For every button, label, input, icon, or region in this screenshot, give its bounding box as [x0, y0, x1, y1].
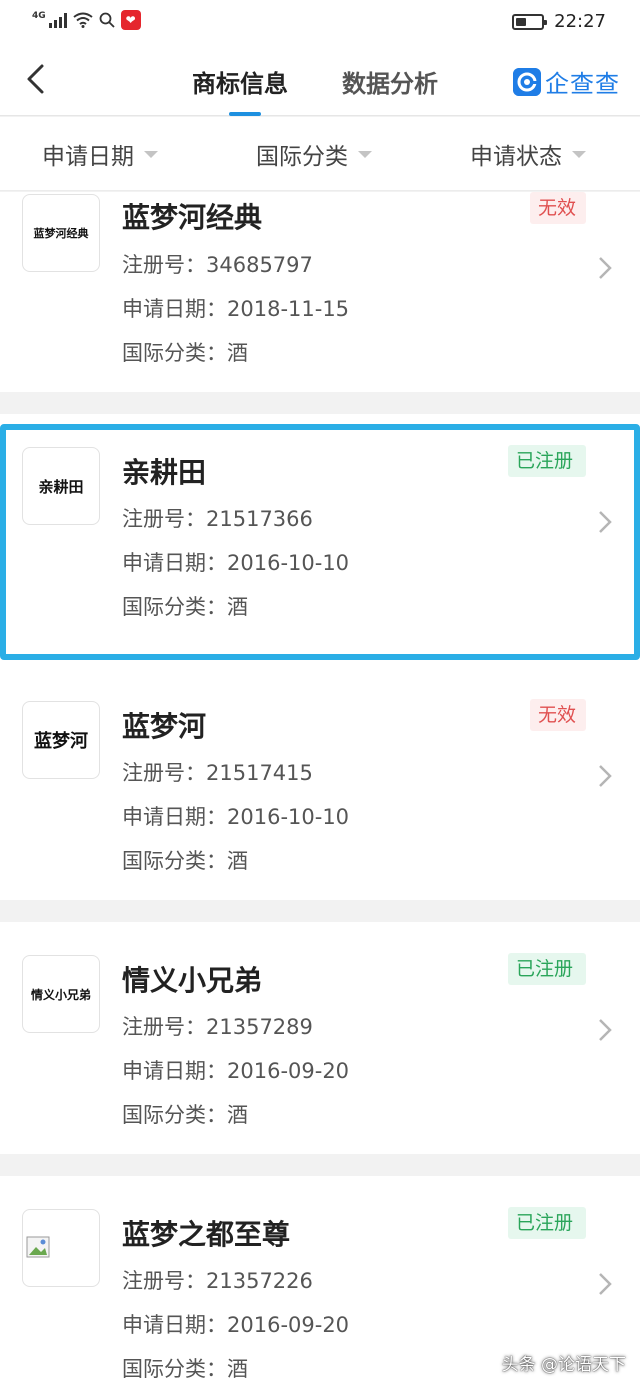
tab-data-analysis[interactable]: 数据分析 [342, 64, 438, 104]
filter-apply-status[interactable]: 申请状态 [470, 137, 586, 171]
chevron-right-icon [599, 257, 612, 279]
apply-date: 申请日期：2016-10-10 [122, 805, 350, 829]
registration-number: 注册号：21517366 [122, 507, 313, 531]
search-icon [99, 12, 115, 28]
status-badge: 已注册 [508, 445, 586, 477]
watermark: 头条 @论语天下 [501, 1355, 626, 1375]
apply-date: 申请日期：2016-10-10 [122, 551, 350, 575]
status-badge: 无效 [530, 699, 586, 731]
battery-level [516, 17, 527, 26]
back-arrow-icon[interactable] [22, 62, 52, 96]
trademark-name: 蓝梦河 [122, 710, 207, 743]
signal-icon [48, 12, 67, 28]
registration-number: 注册号：21517415 [122, 761, 313, 785]
intl-category: 国际分类：酒 [122, 1103, 248, 1127]
registration-number: 注册号：21357226 [122, 1269, 313, 1293]
trademark-name: 蓝梦之都至尊 [122, 1218, 291, 1251]
clock: 22:27 [554, 11, 606, 32]
intl-category: 国际分类：酒 [122, 1357, 248, 1381]
qichacha-logo-icon [513, 67, 541, 96]
chevron-right-icon [599, 765, 612, 787]
status-bar: 4G ❤ 22:27 [0, 0, 640, 42]
status-badge: 无效 [530, 192, 586, 224]
chevron-right-icon [599, 1019, 612, 1041]
trademark-name: 蓝梦河经典 [122, 201, 263, 234]
trademark-thumbnail: 亲耕田 [22, 447, 100, 525]
trademark-card[interactable]: 亲耕田 亲耕田 已注册 注册号：21517366 申请日期：2016-10-10… [0, 414, 640, 668]
intl-category: 国际分类：酒 [122, 341, 248, 365]
trademark-thumbnail: 蓝梦河 [22, 701, 100, 779]
filter-label: 国际分类 [256, 144, 348, 170]
status-badge: 已注册 [508, 953, 586, 985]
chevron-right-icon [599, 511, 612, 533]
wifi-icon [73, 12, 93, 28]
filter-bar: 申请日期 国际分类 申请状态 [0, 117, 640, 191]
network-type: 4G [32, 10, 46, 21]
caret-down-icon [144, 150, 158, 158]
registration-number: 注册号：21357289 [122, 1015, 313, 1039]
trademark-thumbnail: 蓝梦河经典 [22, 194, 100, 272]
active-tab-indicator [229, 112, 261, 116]
broken-image-icon [26, 1236, 50, 1258]
apply-date: 申请日期：2018-11-15 [122, 297, 350, 321]
filter-label: 申请状态 [470, 144, 562, 170]
filter-label: 申请日期 [42, 144, 134, 170]
status-badge: 已注册 [508, 1207, 586, 1239]
brand-logo: 企查查 [513, 64, 620, 99]
caret-down-icon [358, 150, 372, 158]
nav-bar: 商标信息 数据分析 企查查 [0, 42, 640, 116]
chevron-right-icon [599, 1273, 612, 1295]
tab-trademark-info[interactable]: 商标信息 [192, 64, 288, 104]
status-right: 22:27 [512, 11, 606, 32]
trademark-thumbnail: 情义小兄弟 [22, 955, 100, 1033]
trademark-card[interactable]: 情义小兄弟 情义小兄弟 已注册 注册号：21357289 申请日期：2016-0… [0, 922, 640, 1154]
status-left: 4G ❤ [32, 10, 141, 30]
apply-date: 申请日期：2016-09-20 [122, 1313, 350, 1337]
trademark-card[interactable]: 蓝梦河经典 蓝梦河经典 无效 注册号：34685797 申请日期：2018-11… [0, 192, 640, 392]
battery-icon [512, 13, 548, 30]
intl-category: 国际分类：酒 [122, 595, 248, 619]
pinduoduo-heart-icon: ❤ [120, 10, 141, 30]
trademark-thumbnail [22, 1209, 100, 1287]
trademark-name: 情义小兄弟 [122, 964, 263, 997]
trademark-card[interactable]: 蓝梦河 蓝梦河 无效 注册号：21517415 申请日期：2016-10-10 … [0, 668, 640, 900]
filter-intl-category[interactable]: 国际分类 [256, 137, 372, 171]
trademark-name: 亲耕田 [122, 456, 207, 489]
brand-name: 企查查 [545, 70, 620, 98]
registration-number: 注册号：34685797 [122, 253, 313, 277]
caret-down-icon [572, 150, 586, 158]
apply-date: 申请日期：2016-09-20 [122, 1059, 350, 1083]
intl-category: 国际分类：酒 [122, 849, 248, 873]
filter-apply-date[interactable]: 申请日期 [42, 137, 158, 171]
